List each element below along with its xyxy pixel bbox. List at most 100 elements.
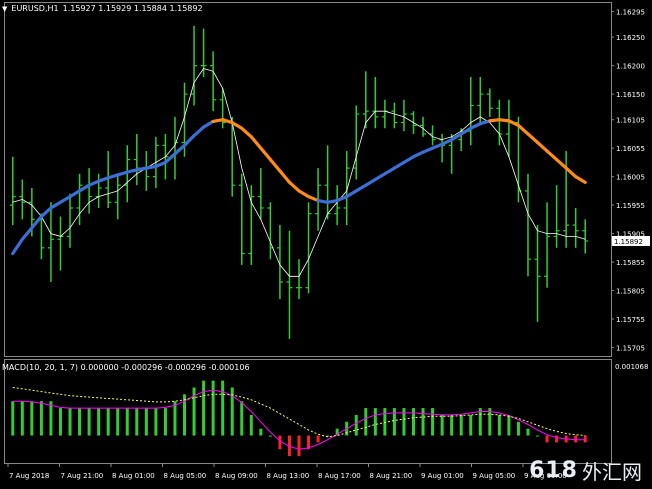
- macd-histogram-bar: [402, 408, 406, 436]
- ohlc-bar: [229, 116, 236, 197]
- time-tick-label: 8 Aug 09:00: [215, 472, 258, 480]
- trend-ma-segment: [526, 132, 540, 145]
- price-axis: 1.16295 1.16250 1.16200 1.16150 1.16105 1.160…: [611, 9, 645, 352]
- macd-histogram-bar: [459, 414, 463, 436]
- ohlc-bar: [257, 168, 264, 220]
- trend-ma-segment: [535, 140, 549, 153]
- macd-histogram-bar: [555, 435, 559, 443]
- macd-histogram-bar: [526, 428, 530, 436]
- macd-top-tick: 0.001068: [615, 363, 648, 371]
- trend-ma-segment: [450, 132, 463, 142]
- trend-ma-segment: [516, 123, 530, 136]
- ohlc-values: 1.15927 1.15929 1.15884 1.15892: [62, 4, 203, 13]
- ohlc-bar: [114, 173, 121, 220]
- ohlc-bar: [505, 99, 512, 157]
- macd-histogram-bar: [135, 408, 139, 436]
- trend-ma-segment: [249, 135, 263, 150]
- macd-histogram-bar: [163, 408, 167, 436]
- macd-histogram-bar: [192, 387, 196, 436]
- ohlc-bar: [191, 25, 198, 106]
- trend-ma-segment: [268, 157, 282, 173]
- time-tick-label: 8 Aug 21:00: [370, 472, 413, 480]
- ohlc-bar: [86, 168, 93, 214]
- main-plot-frame: [4, 2, 612, 357]
- triangle-down-icon[interactable]: ▼: [2, 5, 7, 13]
- watermark-text: 外汇网: [582, 460, 642, 484]
- macd-histogram-bar: [249, 414, 253, 436]
- ohlc-bar: [143, 151, 150, 191]
- macd-histogram-bar: [478, 408, 482, 436]
- price-tick-label: 1.15705: [616, 344, 645, 352]
- price-tick-label: 1.15955: [616, 202, 645, 210]
- trend-ma-segment: [230, 120, 244, 130]
- macd-indicator-label: MACD(10, 20, 1, 7) 0.000000 -0.000296 -0…: [2, 363, 250, 372]
- ohlc-bar: [324, 145, 331, 220]
- ohlc-bar: [67, 193, 74, 248]
- ohlc-bar: [372, 77, 379, 129]
- ohlc-bar: [296, 259, 302, 300]
- time-tick-label: 9 Aug 01:00: [421, 472, 464, 480]
- macd-histogram-bar: [39, 401, 43, 436]
- macd-histogram-bar: [364, 408, 368, 436]
- ohlc-bar: [467, 77, 474, 146]
- macd-histogram-bar: [11, 401, 15, 436]
- trend-ma-segment: [201, 119, 215, 129]
- ohlc-bar: [572, 207, 579, 248]
- ohlc-bar: [400, 99, 407, 132]
- ohlc-bar: [47, 202, 54, 282]
- trend-ma-segment: [278, 169, 292, 184]
- trend-ma-segment: [30, 214, 43, 230]
- trend-ma-segment: [564, 166, 578, 179]
- ohlc-bar: [286, 230, 293, 339]
- ohlc-bar: [524, 173, 531, 277]
- trend-ma-segment: [555, 157, 568, 170]
- ohlc-bar: [486, 88, 493, 117]
- trend-ma-segment: [297, 189, 311, 199]
- price-tick-label: 1.16200: [616, 63, 645, 71]
- trend-ma-segment: [192, 125, 206, 138]
- macd-histogram-bar: [421, 408, 425, 436]
- trend-ma-segment: [354, 183, 368, 193]
- trend-ma-segment: [68, 189, 82, 199]
- macd-histogram: [11, 380, 587, 457]
- macd-histogram-bar: [516, 421, 520, 436]
- ohlc-bar: [353, 105, 360, 180]
- macd-histogram-bar: [450, 414, 454, 436]
- price-tick-label: 1.15855: [616, 259, 645, 267]
- trend-ma-segment: [49, 200, 63, 210]
- price-tick-label: 1.16005: [616, 174, 645, 182]
- price-tick-label: 1.15755: [616, 316, 645, 324]
- time-tick-label: 8 Aug 13:00: [267, 472, 310, 480]
- macd-histogram-bar: [316, 435, 320, 443]
- time-tick-label: 9 Aug 05:00: [473, 472, 516, 480]
- trend-ma-segment: [545, 149, 559, 162]
- time-tick-label: 7 Aug 21:00: [61, 472, 104, 480]
- price-tick-label: 1.16250: [616, 34, 645, 42]
- macd-histogram-bar: [383, 408, 387, 436]
- ohlc-bar: [133, 133, 140, 186]
- time-axis: 7 Aug 2018 7 Aug 21:00 8 Aug 01:00 8 Aug 05…: [7, 463, 567, 480]
- chart-canvas[interactable]: 1.16295 1.16250 1.16200 1.16150 1.16105 1.160…: [0, 0, 652, 489]
- macd-histogram-bar: [30, 401, 34, 436]
- ohlc-bar: [343, 151, 350, 226]
- svg-text:1.15892: 1.15892: [614, 238, 643, 246]
- price-tick-label: 1.16295: [616, 9, 645, 17]
- trend-ma-segment: [402, 155, 416, 165]
- macd-histogram-bar: [431, 408, 435, 436]
- watermark: 618 外汇网: [529, 456, 642, 485]
- macd-histogram-bar: [221, 380, 225, 436]
- time-tick-label: 8 Aug 05:00: [164, 472, 207, 480]
- trend-ma-segment: [182, 134, 196, 147]
- price-tick-label: 1.15805: [616, 288, 645, 296]
- trend-ma-segment: [240, 126, 253, 139]
- macd-histogram-bar: [497, 414, 501, 436]
- thin-moving-average-line: [12, 68, 586, 277]
- chart-header: ▼ EURUSD,H1 1.15927 1.15929 1.15884 1.15…: [2, 4, 203, 13]
- macd-histogram-bar: [469, 414, 473, 436]
- current-price-label: 1.15892: [612, 235, 650, 246]
- macd-histogram-bar: [211, 380, 215, 436]
- trend-ma-segment: [39, 206, 53, 219]
- price-tick-label: 1.16150: [616, 91, 645, 99]
- macd-histogram-bar: [411, 408, 415, 436]
- macd-histogram-bar: [68, 408, 72, 436]
